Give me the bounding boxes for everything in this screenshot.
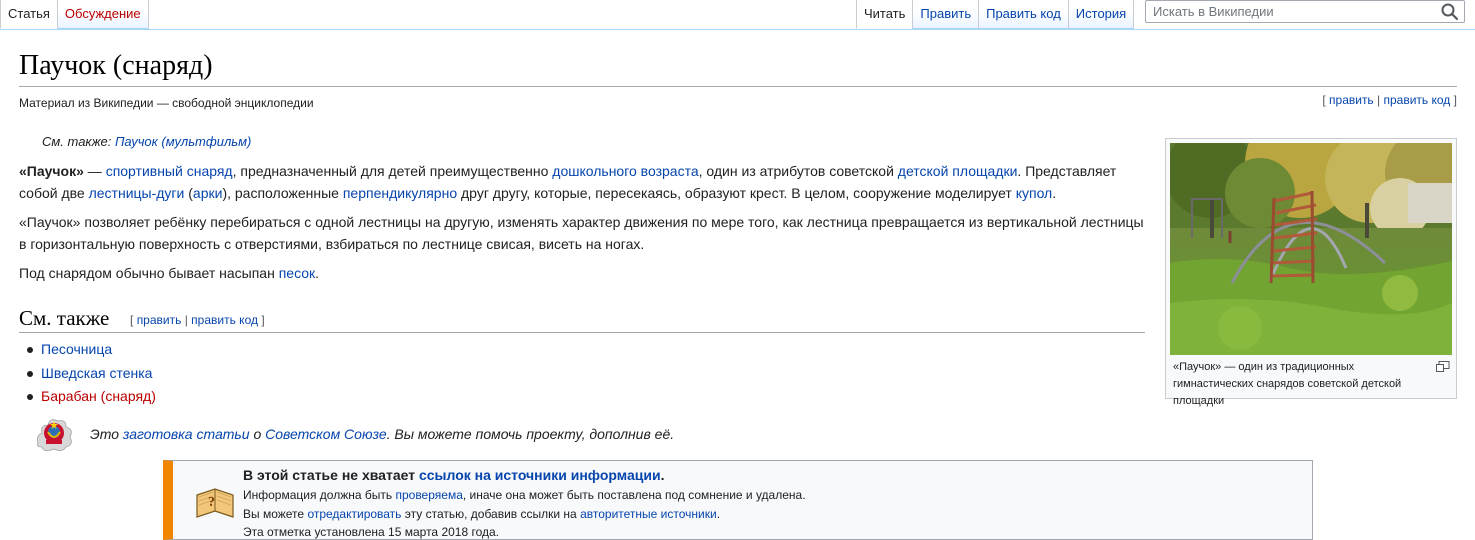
ussr-stub-icon (37, 419, 72, 451)
link-stub[interactable]: заготовка статьи (123, 426, 250, 442)
thumbnail-caption: «Паучок» — один из традиционных гимнасти… (1173, 361, 1402, 407)
text: , предназначенный для детей преимуществе… (232, 163, 553, 179)
text: Это (90, 426, 123, 442)
see-also-edit-links: [ править | править код ] (130, 313, 265, 327)
enlarge-icon[interactable] (1436, 361, 1450, 372)
text: — (83, 163, 106, 179)
see-also-list: Песочница Шведская стенка Барабан (снаря… (25, 338, 156, 409)
text: . (716, 507, 721, 521)
link-verifiable[interactable]: проверяема (395, 488, 462, 502)
text: В этой статье не хватает (243, 467, 419, 483)
list-item: Шведская стенка (25, 362, 156, 386)
book-question-icon: ? (196, 488, 234, 518)
link-sand[interactable]: песок (279, 265, 315, 281)
paragraph-usage: «Паучок» позволяет ребёнку перебираться … (19, 214, 1144, 252)
list-item: Песочница (25, 338, 156, 362)
link-playground[interactable]: детской площадки (898, 163, 1018, 179)
hatnote: См. также: Паучок (мультфильм) (42, 134, 251, 149)
text: Под снарядом обычно бывает насыпан (19, 265, 279, 281)
bracket: [ (130, 313, 134, 327)
ambox-line: Эта отметка установлена 15 марта 2018 го… (243, 525, 500, 539)
thumbnail-figure: «Паучок» — один из традиционных гимнасти… (1165, 138, 1457, 407)
text: . (660, 467, 665, 483)
text: эту статью, добавив ссылки на (401, 507, 581, 521)
link-soviet-union[interactable]: Советском Союзе (265, 426, 386, 442)
view-tabs: Читать Править Править код История (856, 0, 1135, 29)
link-sports-apparatus[interactable]: спортивный снаряд (106, 163, 233, 179)
section-divider (19, 332, 1145, 333)
text: , один из атрибутов советской (698, 163, 898, 179)
title-divider (19, 86, 1457, 87)
tab-discussion[interactable]: Обсуждение (56, 0, 149, 29)
bracket: ] (1453, 93, 1457, 107)
redlink-drum[interactable]: Барабан (снаряд) (41, 388, 156, 404)
link-sandbox[interactable]: Песочница (41, 341, 112, 357)
link-edit-article[interactable]: отредактировать (307, 507, 401, 521)
text: Вы можете (243, 507, 308, 521)
tab-edit-source[interactable]: Править код (978, 0, 1068, 29)
site-tagline: Материал из Википедии — свободной энцикл… (19, 96, 314, 110)
section-heading-see-also: См. также (19, 306, 110, 330)
citation-needed-box: ? В этой статье не хватает ссылок на ист… (163, 460, 1313, 540)
link-arches[interactable]: арки (193, 185, 223, 201)
text: Информация должна быть (243, 488, 396, 502)
text: ( (184, 185, 193, 201)
hatnote-link[interactable]: Паучок (мультфильм) (115, 134, 251, 149)
hatnote-prefix: См. также: (42, 134, 115, 149)
text: друг другу, которые, пересекаясь, образу… (457, 185, 1016, 201)
separator: | (1377, 93, 1381, 107)
edit-link[interactable]: править (137, 313, 182, 327)
separator: | (184, 313, 188, 327)
text: о (249, 426, 266, 442)
article-subject: «Паучок» (19, 163, 84, 179)
search-box (1145, 0, 1465, 23)
section-edit-links: [ править | править код ] (1322, 93, 1457, 107)
playground-photo[interactable] (1170, 143, 1452, 355)
ambox-line: Вы можете отредактировать эту статью, до… (243, 507, 720, 521)
text: . (315, 265, 320, 281)
stub-notice: Это заготовка статьи о Советском Союзе. … (90, 426, 674, 442)
ambox-line: Информация должна быть проверяема, иначе… (243, 488, 806, 502)
edit-link[interactable]: править (1329, 93, 1374, 107)
bracket: ] (261, 313, 265, 327)
link-preschool-age[interactable]: дошкольного возраста (552, 163, 698, 179)
tab-edit[interactable]: Править (912, 0, 979, 29)
svg-text:?: ? (208, 495, 215, 510)
tab-article[interactable]: Статья (0, 0, 57, 29)
link-wall-bars[interactable]: Шведская стенка (41, 365, 152, 381)
text: ), расположенные (222, 185, 343, 201)
paragraph-intro: «Паучок» — спортивный снаряд, предназнач… (19, 160, 1149, 204)
link-sources[interactable]: ссылок на источники информации (419, 467, 661, 483)
text: . (1052, 185, 1057, 201)
text: , иначе она может быть поставлена под со… (462, 488, 806, 502)
paragraph-sand: Под снарядом обычно бывает насыпан песок… (19, 262, 1149, 284)
search-input[interactable] (1146, 1, 1431, 22)
tab-history[interactable]: История (1067, 0, 1135, 29)
list-item: Барабан (снаряд) (25, 385, 156, 409)
edit-source-link[interactable]: править код (191, 313, 258, 327)
bracket: [ (1322, 93, 1326, 107)
top-navigation: Статья Обсуждение Читать Править Править… (0, 0, 1475, 29)
link-arc-ladders[interactable]: лестницы-дуги (89, 185, 185, 201)
ambox-title: В этой статье не хватает ссылок на источ… (243, 467, 664, 483)
edit-source-link[interactable]: править код (1384, 93, 1451, 107)
link-dome[interactable]: купол (1016, 185, 1053, 201)
namespace-tabs: Статья Обсуждение (0, 0, 149, 29)
link-reliable-sources[interactable]: авторитетные источники (580, 507, 717, 521)
search-icon[interactable] (1440, 2, 1460, 22)
page-title: Паучок (снаряд) (19, 50, 213, 81)
link-perpendicular[interactable]: перпендикулярно (343, 185, 457, 201)
tab-read[interactable]: Читать (856, 0, 913, 29)
text: . Вы можете помочь проекту, дополнив её. (386, 426, 675, 442)
